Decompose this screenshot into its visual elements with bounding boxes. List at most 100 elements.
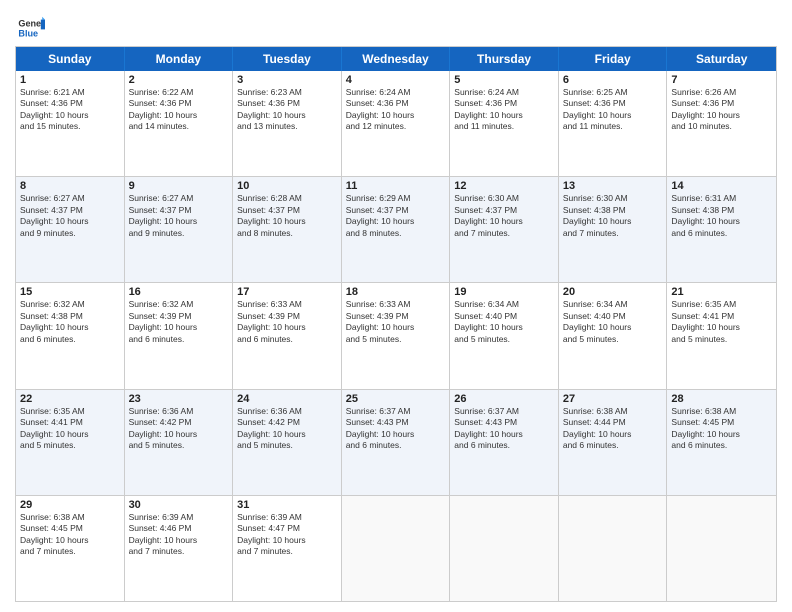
calendar-cell: 1Sunrise: 6:21 AM Sunset: 4:36 PM Daylig… <box>16 71 125 176</box>
day-info: Sunrise: 6:35 AM Sunset: 4:41 PM Dayligh… <box>20 406 120 452</box>
calendar-cell: 14Sunrise: 6:31 AM Sunset: 4:38 PM Dayli… <box>667 177 776 282</box>
cal-header-cell: Monday <box>125 47 234 71</box>
day-info: Sunrise: 6:34 AM Sunset: 4:40 PM Dayligh… <box>563 299 663 345</box>
calendar-cell: 6Sunrise: 6:25 AM Sunset: 4:36 PM Daylig… <box>559 71 668 176</box>
calendar-cell: 8Sunrise: 6:27 AM Sunset: 4:37 PM Daylig… <box>16 177 125 282</box>
calendar-row: 8Sunrise: 6:27 AM Sunset: 4:37 PM Daylig… <box>16 177 776 283</box>
day-number: 24 <box>237 393 337 405</box>
day-number: 18 <box>346 286 446 298</box>
calendar-cell: 4Sunrise: 6:24 AM Sunset: 4:36 PM Daylig… <box>342 71 451 176</box>
calendar-cell: 30Sunrise: 6:39 AM Sunset: 4:46 PM Dayli… <box>125 496 234 601</box>
calendar-cell: 22Sunrise: 6:35 AM Sunset: 4:41 PM Dayli… <box>16 390 125 495</box>
calendar-cell: 23Sunrise: 6:36 AM Sunset: 4:42 PM Dayli… <box>125 390 234 495</box>
calendar-body: 1Sunrise: 6:21 AM Sunset: 4:36 PM Daylig… <box>16 71 776 601</box>
day-info: Sunrise: 6:27 AM Sunset: 4:37 PM Dayligh… <box>20 193 120 239</box>
day-info: Sunrise: 6:24 AM Sunset: 4:36 PM Dayligh… <box>454 87 554 133</box>
calendar-cell: 19Sunrise: 6:34 AM Sunset: 4:40 PM Dayli… <box>450 283 559 388</box>
logo: General Blue <box>15 14 45 42</box>
day-info: Sunrise: 6:27 AM Sunset: 4:37 PM Dayligh… <box>129 193 229 239</box>
day-info: Sunrise: 6:37 AM Sunset: 4:43 PM Dayligh… <box>346 406 446 452</box>
day-number: 3 <box>237 74 337 86</box>
calendar-cell: 27Sunrise: 6:38 AM Sunset: 4:44 PM Dayli… <box>559 390 668 495</box>
day-number: 28 <box>671 393 772 405</box>
day-number: 11 <box>346 180 446 192</box>
header: General Blue <box>15 10 777 42</box>
calendar-row: 22Sunrise: 6:35 AM Sunset: 4:41 PM Dayli… <box>16 390 776 496</box>
day-number: 25 <box>346 393 446 405</box>
day-info: Sunrise: 6:38 AM Sunset: 4:45 PM Dayligh… <box>671 406 772 452</box>
day-info: Sunrise: 6:21 AM Sunset: 4:36 PM Dayligh… <box>20 87 120 133</box>
day-number: 16 <box>129 286 229 298</box>
day-number: 6 <box>563 74 663 86</box>
day-number: 1 <box>20 74 120 86</box>
calendar-cell: 10Sunrise: 6:28 AM Sunset: 4:37 PM Dayli… <box>233 177 342 282</box>
cal-header-cell: Sunday <box>16 47 125 71</box>
day-number: 21 <box>671 286 772 298</box>
day-info: Sunrise: 6:39 AM Sunset: 4:47 PM Dayligh… <box>237 512 337 558</box>
calendar-cell <box>667 496 776 601</box>
day-number: 27 <box>563 393 663 405</box>
day-info: Sunrise: 6:29 AM Sunset: 4:37 PM Dayligh… <box>346 193 446 239</box>
calendar-cell: 18Sunrise: 6:33 AM Sunset: 4:39 PM Dayli… <box>342 283 451 388</box>
day-number: 29 <box>20 499 120 511</box>
day-info: Sunrise: 6:26 AM Sunset: 4:36 PM Dayligh… <box>671 87 772 133</box>
day-number: 5 <box>454 74 554 86</box>
day-number: 7 <box>671 74 772 86</box>
day-info: Sunrise: 6:36 AM Sunset: 4:42 PM Dayligh… <box>129 406 229 452</box>
calendar-cell <box>559 496 668 601</box>
day-info: Sunrise: 6:28 AM Sunset: 4:37 PM Dayligh… <box>237 193 337 239</box>
svg-text:Blue: Blue <box>18 28 38 38</box>
calendar-cell: 21Sunrise: 6:35 AM Sunset: 4:41 PM Dayli… <box>667 283 776 388</box>
day-number: 9 <box>129 180 229 192</box>
calendar-cell: 5Sunrise: 6:24 AM Sunset: 4:36 PM Daylig… <box>450 71 559 176</box>
calendar-cell: 15Sunrise: 6:32 AM Sunset: 4:38 PM Dayli… <box>16 283 125 388</box>
day-info: Sunrise: 6:39 AM Sunset: 4:46 PM Dayligh… <box>129 512 229 558</box>
calendar-cell: 26Sunrise: 6:37 AM Sunset: 4:43 PM Dayli… <box>450 390 559 495</box>
day-number: 13 <box>563 180 663 192</box>
calendar-cell: 28Sunrise: 6:38 AM Sunset: 4:45 PM Dayli… <box>667 390 776 495</box>
day-info: Sunrise: 6:32 AM Sunset: 4:38 PM Dayligh… <box>20 299 120 345</box>
logo-icon: General Blue <box>17 14 45 42</box>
day-info: Sunrise: 6:35 AM Sunset: 4:41 PM Dayligh… <box>671 299 772 345</box>
cal-header-cell: Wednesday <box>342 47 451 71</box>
calendar-header: SundayMondayTuesdayWednesdayThursdayFrid… <box>16 47 776 71</box>
cal-header-cell: Tuesday <box>233 47 342 71</box>
calendar-row: 15Sunrise: 6:32 AM Sunset: 4:38 PM Dayli… <box>16 283 776 389</box>
day-number: 20 <box>563 286 663 298</box>
day-info: Sunrise: 6:23 AM Sunset: 4:36 PM Dayligh… <box>237 87 337 133</box>
day-info: Sunrise: 6:22 AM Sunset: 4:36 PM Dayligh… <box>129 87 229 133</box>
day-number: 31 <box>237 499 337 511</box>
calendar-cell: 17Sunrise: 6:33 AM Sunset: 4:39 PM Dayli… <box>233 283 342 388</box>
day-number: 10 <box>237 180 337 192</box>
day-number: 15 <box>20 286 120 298</box>
day-number: 17 <box>237 286 337 298</box>
cal-header-cell: Saturday <box>667 47 776 71</box>
calendar-row: 1Sunrise: 6:21 AM Sunset: 4:36 PM Daylig… <box>16 71 776 177</box>
calendar-cell: 29Sunrise: 6:38 AM Sunset: 4:45 PM Dayli… <box>16 496 125 601</box>
calendar-cell <box>342 496 451 601</box>
day-info: Sunrise: 6:32 AM Sunset: 4:39 PM Dayligh… <box>129 299 229 345</box>
calendar-row: 29Sunrise: 6:38 AM Sunset: 4:45 PM Dayli… <box>16 496 776 601</box>
day-info: Sunrise: 6:25 AM Sunset: 4:36 PM Dayligh… <box>563 87 663 133</box>
day-info: Sunrise: 6:31 AM Sunset: 4:38 PM Dayligh… <box>671 193 772 239</box>
calendar-cell: 7Sunrise: 6:26 AM Sunset: 4:36 PM Daylig… <box>667 71 776 176</box>
calendar-cell: 31Sunrise: 6:39 AM Sunset: 4:47 PM Dayli… <box>233 496 342 601</box>
day-info: Sunrise: 6:38 AM Sunset: 4:44 PM Dayligh… <box>563 406 663 452</box>
day-info: Sunrise: 6:36 AM Sunset: 4:42 PM Dayligh… <box>237 406 337 452</box>
calendar-cell: 25Sunrise: 6:37 AM Sunset: 4:43 PM Dayli… <box>342 390 451 495</box>
cal-header-cell: Thursday <box>450 47 559 71</box>
calendar-cell: 16Sunrise: 6:32 AM Sunset: 4:39 PM Dayli… <box>125 283 234 388</box>
calendar-cell: 3Sunrise: 6:23 AM Sunset: 4:36 PM Daylig… <box>233 71 342 176</box>
calendar-cell <box>450 496 559 601</box>
day-number: 12 <box>454 180 554 192</box>
cal-header-cell: Friday <box>559 47 668 71</box>
calendar-cell: 24Sunrise: 6:36 AM Sunset: 4:42 PM Dayli… <box>233 390 342 495</box>
day-number: 30 <box>129 499 229 511</box>
day-info: Sunrise: 6:30 AM Sunset: 4:37 PM Dayligh… <box>454 193 554 239</box>
day-number: 2 <box>129 74 229 86</box>
day-number: 19 <box>454 286 554 298</box>
day-info: Sunrise: 6:24 AM Sunset: 4:36 PM Dayligh… <box>346 87 446 133</box>
day-number: 4 <box>346 74 446 86</box>
page: General Blue SundayMondayTuesdayWednesda… <box>0 0 792 612</box>
day-number: 26 <box>454 393 554 405</box>
